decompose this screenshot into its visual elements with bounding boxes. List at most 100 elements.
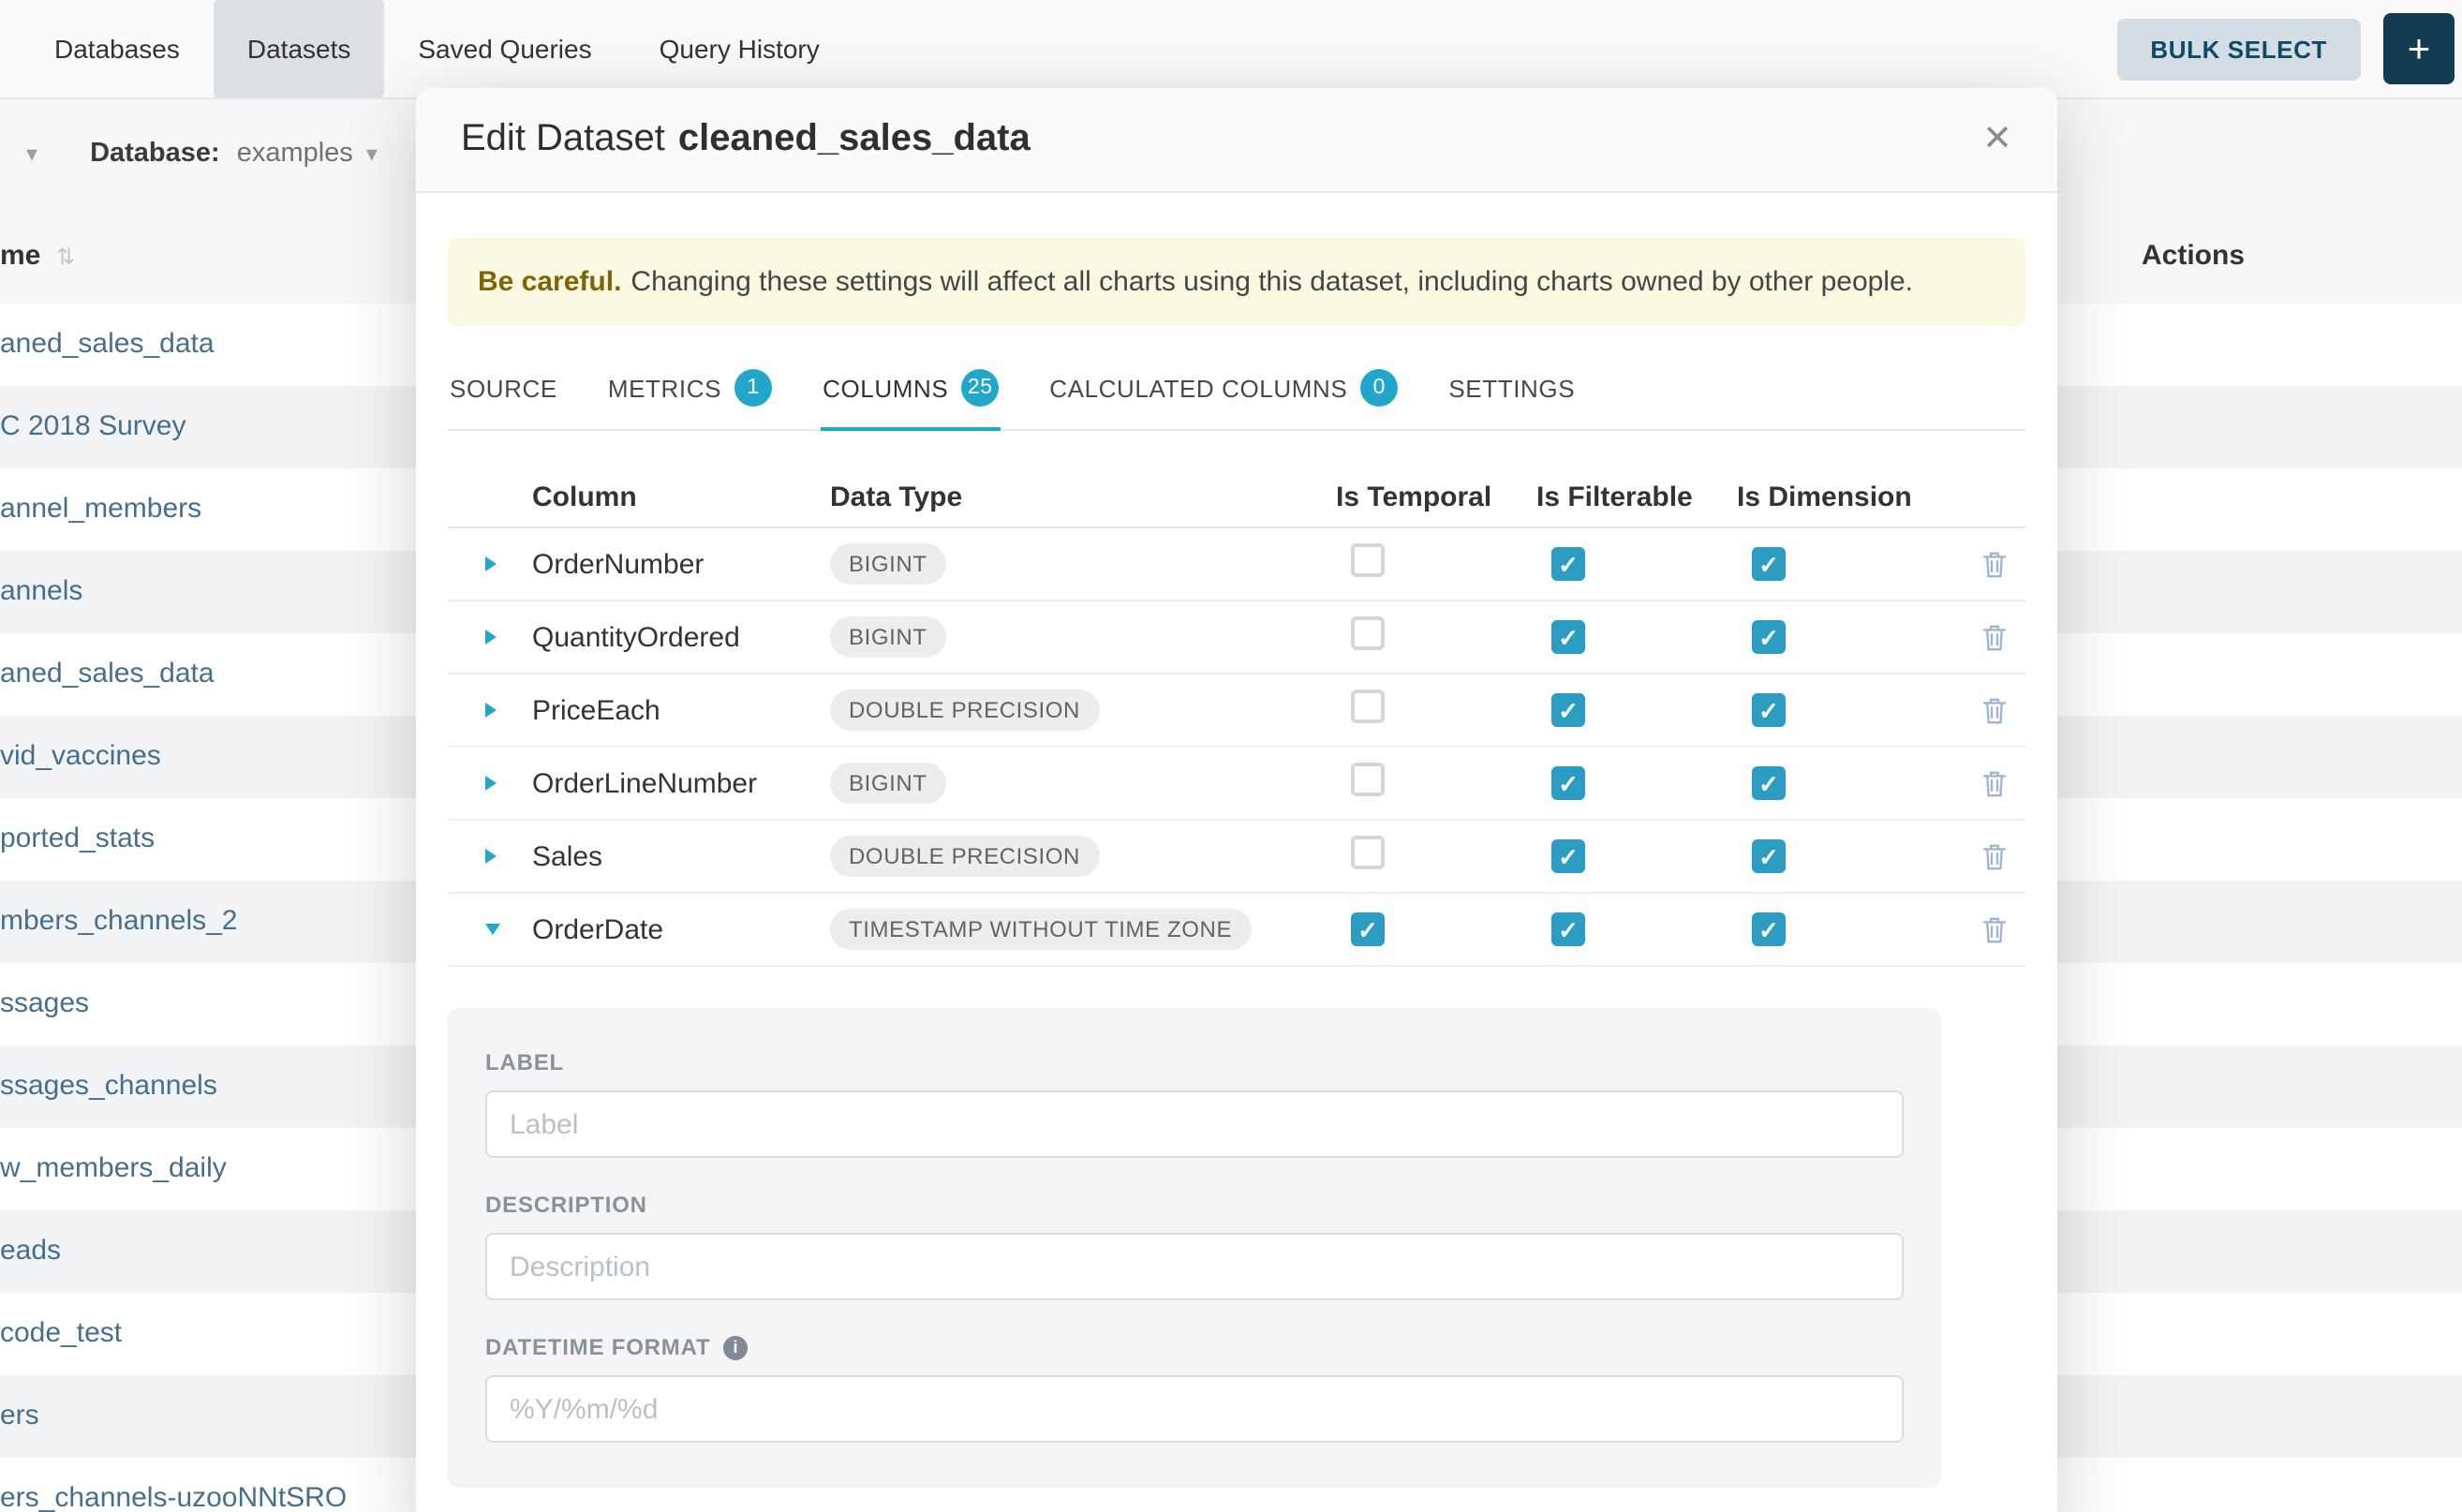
column-row: Sales DOUBLE PRECISION xyxy=(448,821,2025,894)
is-dimension-checkbox[interactable] xyxy=(1752,912,1786,946)
delete-icon[interactable] xyxy=(1982,550,2025,578)
tab-calculated-columns[interactable]: CALCULATED COLUMNS 0 xyxy=(1047,352,1400,431)
dataset-name-link[interactable]: annels xyxy=(0,575,82,607)
chevron-down-icon[interactable]: ▾ xyxy=(26,141,37,167)
is-temporal-checkbox[interactable] xyxy=(1351,763,1385,796)
column-name: Sales xyxy=(532,840,830,872)
chevron-down-icon[interactable]: ▾ xyxy=(366,141,378,167)
nav-item-datasets[interactable]: Datasets xyxy=(214,0,385,97)
is-dimension-checkbox[interactable] xyxy=(1752,766,1786,800)
expand-caret-icon[interactable] xyxy=(448,776,532,791)
nav-items: Databases Datasets Saved Queries Query H… xyxy=(0,0,853,97)
dataset-name-link[interactable]: w_members_daily xyxy=(0,1152,227,1184)
column-row: OrderLineNumber BIGINT xyxy=(448,748,2025,821)
expand-caret-icon[interactable] xyxy=(448,556,532,571)
info-icon[interactable]: i xyxy=(723,1335,748,1359)
is-filterable-checkbox[interactable] xyxy=(1551,912,1585,946)
is-filterable-checkbox[interactable] xyxy=(1551,547,1585,581)
dataset-name-link[interactable]: ssages xyxy=(0,987,89,1019)
columns-count-badge: 25 xyxy=(961,369,999,407)
column-name: OrderNumber xyxy=(532,548,830,580)
delete-icon[interactable] xyxy=(1982,915,2025,943)
expand-caret-icon[interactable] xyxy=(448,630,532,645)
dataset-name-link[interactable]: eads xyxy=(0,1235,61,1267)
nav-item-databases[interactable]: Databases xyxy=(21,0,214,97)
datetime-format-input[interactable] xyxy=(485,1375,1904,1443)
data-type-header: Data Type xyxy=(830,482,1336,513)
dataset-name-link[interactable]: ported_stats xyxy=(0,823,155,854)
edit-dataset-modal: Edit Dataset cleaned_sales_data ✕ Be care… xyxy=(416,88,2057,1512)
delete-icon[interactable] xyxy=(1982,769,2025,797)
nav-item-saved-queries[interactable]: Saved Queries xyxy=(384,0,625,97)
tab-columns[interactable]: COLUMNS 25 xyxy=(821,352,1001,431)
tab-label: COLUMNS xyxy=(823,374,948,402)
warning-text: Changing these settings will affect all … xyxy=(630,266,1913,298)
label-input[interactable] xyxy=(485,1090,1904,1158)
is-temporal-checkbox[interactable] xyxy=(1351,912,1385,946)
database-filter-value[interactable]: examples xyxy=(237,139,353,169)
is-dimension-checkbox[interactable] xyxy=(1752,839,1786,873)
is-temporal-checkbox[interactable] xyxy=(1351,543,1385,577)
dataset-name-link[interactable]: ers xyxy=(0,1400,39,1431)
data-type-pill: BIGINT xyxy=(830,763,946,804)
add-dataset-button[interactable]: + xyxy=(2383,13,2455,84)
column-row: OrderDate TIMESTAMP WITHOUT TIME ZONE xyxy=(448,894,2025,967)
tab-label: SETTINGS xyxy=(1448,374,1575,402)
is-filterable-checkbox[interactable] xyxy=(1551,620,1585,654)
warning-bold: Be careful. xyxy=(478,266,621,298)
data-type-pill: DOUBLE PRECISION xyxy=(830,689,1099,731)
nav-item-query-history[interactable]: Query History xyxy=(626,0,853,97)
modal-title-dataset-name: cleaned_sales_data xyxy=(678,118,1031,159)
dataset-name-link[interactable]: vid_vaccines xyxy=(0,740,161,772)
delete-icon[interactable] xyxy=(1982,623,2025,651)
close-icon[interactable]: ✕ xyxy=(1982,118,2012,161)
data-type-pill: DOUBLE PRECISION xyxy=(830,836,1099,877)
is-dimension-checkbox[interactable] xyxy=(1752,620,1786,654)
tab-metrics[interactable]: METRICS 1 xyxy=(606,352,774,431)
dataset-name-link[interactable]: aned_sales_data xyxy=(0,658,215,689)
name-column-header[interactable]: me xyxy=(0,240,40,272)
is-temporal-checkbox[interactable] xyxy=(1351,836,1385,869)
datetime-format-label-text: DATETIME FORMAT xyxy=(485,1334,710,1360)
bulk-select-button[interactable]: BULK SELECT xyxy=(2116,18,2361,80)
dataset-name-link[interactable]: ers_channels-uzooNNtSRO xyxy=(0,1482,347,1512)
column-header: Column xyxy=(532,482,830,513)
is-filterable-checkbox[interactable] xyxy=(1551,766,1585,800)
column-row: OrderNumber BIGINT xyxy=(448,528,2025,601)
dataset-name-link[interactable]: C 2018 Survey xyxy=(0,410,185,442)
is-temporal-checkbox[interactable] xyxy=(1351,616,1385,650)
is-dimension-checkbox[interactable] xyxy=(1752,693,1786,727)
modal-title-prefix: Edit Dataset xyxy=(461,118,665,159)
sort-icon[interactable]: ⇅ xyxy=(56,244,75,270)
dataset-name-link[interactable]: aned_sales_data xyxy=(0,328,215,360)
is-filterable-checkbox[interactable] xyxy=(1551,693,1585,727)
dataset-name-link[interactable]: ssages_channels xyxy=(0,1070,217,1102)
modal-header: Edit Dataset cleaned_sales_data ✕ xyxy=(416,88,2057,193)
actions-column-header: Actions xyxy=(2142,240,2245,272)
expand-caret-icon[interactable] xyxy=(448,849,532,864)
tab-label: METRICS xyxy=(608,374,721,402)
delete-icon[interactable] xyxy=(1982,696,2025,724)
column-name: PriceEach xyxy=(532,694,830,726)
is-filterable-checkbox[interactable] xyxy=(1551,839,1585,873)
tab-source[interactable]: SOURCE xyxy=(448,352,559,431)
collapse-caret-icon[interactable] xyxy=(448,924,532,935)
description-field-group: DESCRIPTION xyxy=(485,1192,1904,1300)
data-type-pill: TIMESTAMP WITHOUT TIME ZONE xyxy=(830,909,1251,950)
metrics-count-badge: 1 xyxy=(734,369,772,407)
dataset-name-link[interactable]: code_test xyxy=(0,1317,122,1349)
description-input[interactable] xyxy=(485,1233,1904,1300)
column-name: QuantityOrdered xyxy=(532,621,830,653)
is-temporal-checkbox[interactable] xyxy=(1351,689,1385,723)
app-viewport: Databases Datasets Saved Queries Query H… xyxy=(0,0,2462,1512)
tab-label: SOURCE xyxy=(450,374,557,402)
dataset-name-link[interactable]: mbers_channels_2 xyxy=(0,905,238,937)
modal-body: Be careful. Changing these settings will … xyxy=(416,193,2057,1512)
tab-settings[interactable]: SETTINGS xyxy=(1446,352,1577,431)
is-dimension-checkbox[interactable] xyxy=(1752,547,1786,581)
delete-icon[interactable] xyxy=(1982,842,2025,870)
column-row: PriceEach DOUBLE PRECISION xyxy=(448,674,2025,748)
expand-caret-icon[interactable] xyxy=(448,703,532,718)
database-filter-label: Database: xyxy=(90,139,220,169)
dataset-name-link[interactable]: annel_members xyxy=(0,493,201,525)
